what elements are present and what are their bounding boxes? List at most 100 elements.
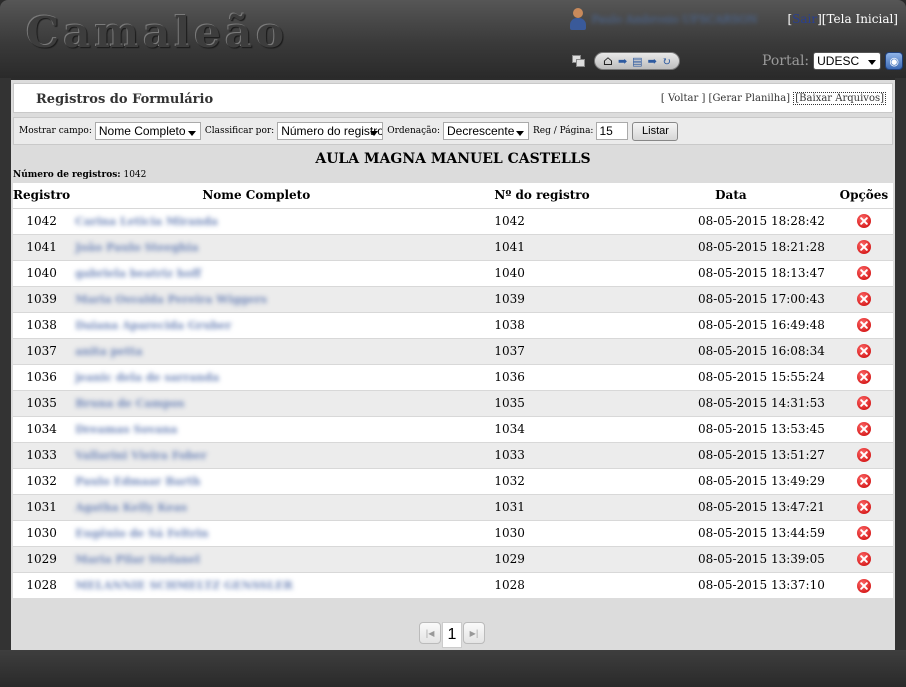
cell-nome[interactable]: Vallarini Vieira Fober <box>70 441 443 468</box>
home-icon[interactable]: ⌂ <box>603 55 613 68</box>
globe-icon[interactable]: ◉ <box>885 52 904 70</box>
classificar-select[interactable]: Número do registro <box>277 122 384 140</box>
next-icon[interactable]: ➡ <box>648 56 657 67</box>
cell-nome[interactable]: Eugênio de Sá Feltrin <box>70 519 443 546</box>
mostrar-label: Mostrar campo: <box>19 126 92 136</box>
delete-icon[interactable] <box>856 448 871 463</box>
delete-icon[interactable] <box>856 500 871 515</box>
portal-select[interactable]: UDESC <box>813 52 882 70</box>
page-title: Registros do Formulário <box>36 92 214 107</box>
cell-data: 08-05-2015 13:39:05 <box>626 545 835 572</box>
reg-pagina-input[interactable]: 15 <box>596 122 629 140</box>
cell-numero: 1034 <box>442 415 627 442</box>
cell-numero: 1038 <box>442 311 627 338</box>
refresh-icon[interactable]: ↻ <box>662 56 671 67</box>
header-data[interactable]: Data <box>626 183 835 208</box>
ordenacao-select[interactable]: Decrescente <box>443 122 529 140</box>
chevron-down-icon <box>516 131 524 136</box>
delete-icon[interactable] <box>856 214 871 229</box>
reg-pagina-label: Reg / Página: <box>533 126 594 136</box>
header-nome[interactable]: Nome Completo <box>70 183 443 208</box>
user-box: Paulo Ambrosio UFSCARSON [Sair][Tela Ini… <box>569 8 898 30</box>
mostrar-campo-select[interactable]: Nome Completo <box>94 122 201 140</box>
cell-opcoes <box>834 337 893 364</box>
title-bar: Registros do Formulário [ Voltar ] [Gera… <box>13 83 893 113</box>
window-icon[interactable] <box>572 55 586 67</box>
cell-nome[interactable]: Bruna de Campos <box>70 389 443 416</box>
cell-registro: 1037 <box>13 337 71 364</box>
cell-numero: 1033 <box>442 441 627 468</box>
delete-icon[interactable] <box>856 344 871 359</box>
nav-pill: ⌂ ➡ ▤ ➡ ↻ <box>594 52 680 70</box>
portal-selector: Portal: UDESC ◉ <box>762 52 904 70</box>
cell-nome[interactable]: MELANNIE SCHMELTZ GENSSLER <box>70 571 443 598</box>
cell-opcoes <box>834 467 893 494</box>
cell-nome[interactable]: gabriela beatriz hoff <box>70 259 443 286</box>
cell-data: 08-05-2015 13:53:45 <box>626 415 835 442</box>
header-registro[interactable]: Registro <box>13 183 71 208</box>
delete-icon[interactable] <box>856 266 871 281</box>
delete-icon[interactable] <box>856 422 871 437</box>
cell-nome[interactable]: Maria Pilar Stefanel <box>70 545 443 572</box>
cell-opcoes <box>834 363 893 390</box>
delete-icon[interactable] <box>856 474 871 489</box>
listar-button[interactable]: Listar <box>632 121 679 141</box>
classificar-label: Classificar por: <box>204 126 275 136</box>
first-page-icon[interactable]: |◀ <box>419 622 441 644</box>
cell-nome[interactable]: Agatha Kelly Keas <box>70 493 443 520</box>
cell-opcoes <box>834 493 893 520</box>
cell-nome[interactable]: João Paulo Steeghia <box>70 233 443 260</box>
user-links: [Sair][Tela Inicial] <box>787 12 898 26</box>
header-numero[interactable]: Nº do registro <box>442 183 627 208</box>
portal-label: Portal: <box>762 53 810 69</box>
cell-numero: 1037 <box>442 337 627 364</box>
cell-nome[interactable]: Dreamas Sovana <box>70 415 443 442</box>
cell-opcoes <box>834 415 893 442</box>
last-page-icon[interactable]: ▶| <box>463 622 485 644</box>
cell-nome[interactable]: Carina Leticia Miranda <box>70 207 443 234</box>
cell-nome[interactable]: anita petta <box>70 337 443 364</box>
list-icon[interactable]: ▤ <box>632 56 642 67</box>
cell-registro: 1040 <box>13 259 71 286</box>
delete-icon[interactable] <box>856 370 871 385</box>
records-table: Registro Nome Completo Nº do registro Da… <box>13 183 893 598</box>
table-row: 1038 Daiana Aparecida Gruber 1038 08-05-201… <box>13 311 893 338</box>
cell-data: 08-05-2015 15:55:24 <box>626 363 835 390</box>
cell-opcoes <box>834 259 893 286</box>
cell-nome[interactable]: Paulo Edmaar Barth <box>70 467 443 494</box>
table-row: 1039 Maria Osvalda Pereira Wiggers 1039 08-… <box>13 285 893 312</box>
table-row: 1032 Paulo Edmaar Barth 1032 08-05-2015 13:… <box>13 467 893 494</box>
cell-nome[interactable]: jeanic dela de sarranda <box>70 363 443 390</box>
baixar-arquivos-link[interactable]: [Baixar Arquivos] <box>793 92 886 105</box>
delete-icon[interactable] <box>856 552 871 567</box>
cell-nome[interactable]: Maria Osvalda Pereira Wiggers <box>70 285 443 312</box>
cell-registro: 1034 <box>13 415 71 442</box>
cell-registro: 1028 <box>13 571 71 598</box>
cell-opcoes <box>834 519 893 546</box>
table-row: 1028 MELANNIE SCHMELTZ GENSSLER 1028 08-05-… <box>13 571 893 598</box>
toolbar: ⌂ ➡ ▤ ➡ ↻ <box>572 52 680 70</box>
voltar-link[interactable]: [ Voltar ] <box>661 93 705 104</box>
table-row: 1042 Carina Leticia Miranda 1042 08-05-2015… <box>13 207 893 234</box>
current-page[interactable]: 1 <box>442 622 462 648</box>
cell-data: 08-05-2015 13:47:21 <box>626 493 835 520</box>
tela-inicial-link[interactable]: ][Tela Inicial] <box>817 12 898 26</box>
cell-data: 08-05-2015 13:49:29 <box>626 467 835 494</box>
filter-bar: Mostrar campo: Nome Completo Classificar… <box>13 117 893 145</box>
delete-icon[interactable] <box>856 526 871 541</box>
cell-numero: 1036 <box>442 363 627 390</box>
delete-icon[interactable] <box>856 240 871 255</box>
gerar-planilha-link[interactable]: [Gerar Planilha] <box>709 93 791 104</box>
delete-icon[interactable] <box>856 292 871 307</box>
delete-icon[interactable] <box>856 578 871 593</box>
sair-link[interactable]: Sair <box>792 12 817 26</box>
delete-icon[interactable] <box>856 318 871 333</box>
cell-data: 08-05-2015 18:21:28 <box>626 233 835 260</box>
delete-icon[interactable] <box>856 396 871 411</box>
table-row: 1035 Bruna de Campos 1035 08-05-2015 14:31:… <box>13 389 893 416</box>
cell-nome[interactable]: Daiana Aparecida Gruber <box>70 311 443 338</box>
forward-icon[interactable]: ➡ <box>618 56 627 67</box>
cell-data: 08-05-2015 14:31:53 <box>626 389 835 416</box>
cell-numero: 1039 <box>442 285 627 312</box>
user-avatar-icon <box>569 8 587 30</box>
